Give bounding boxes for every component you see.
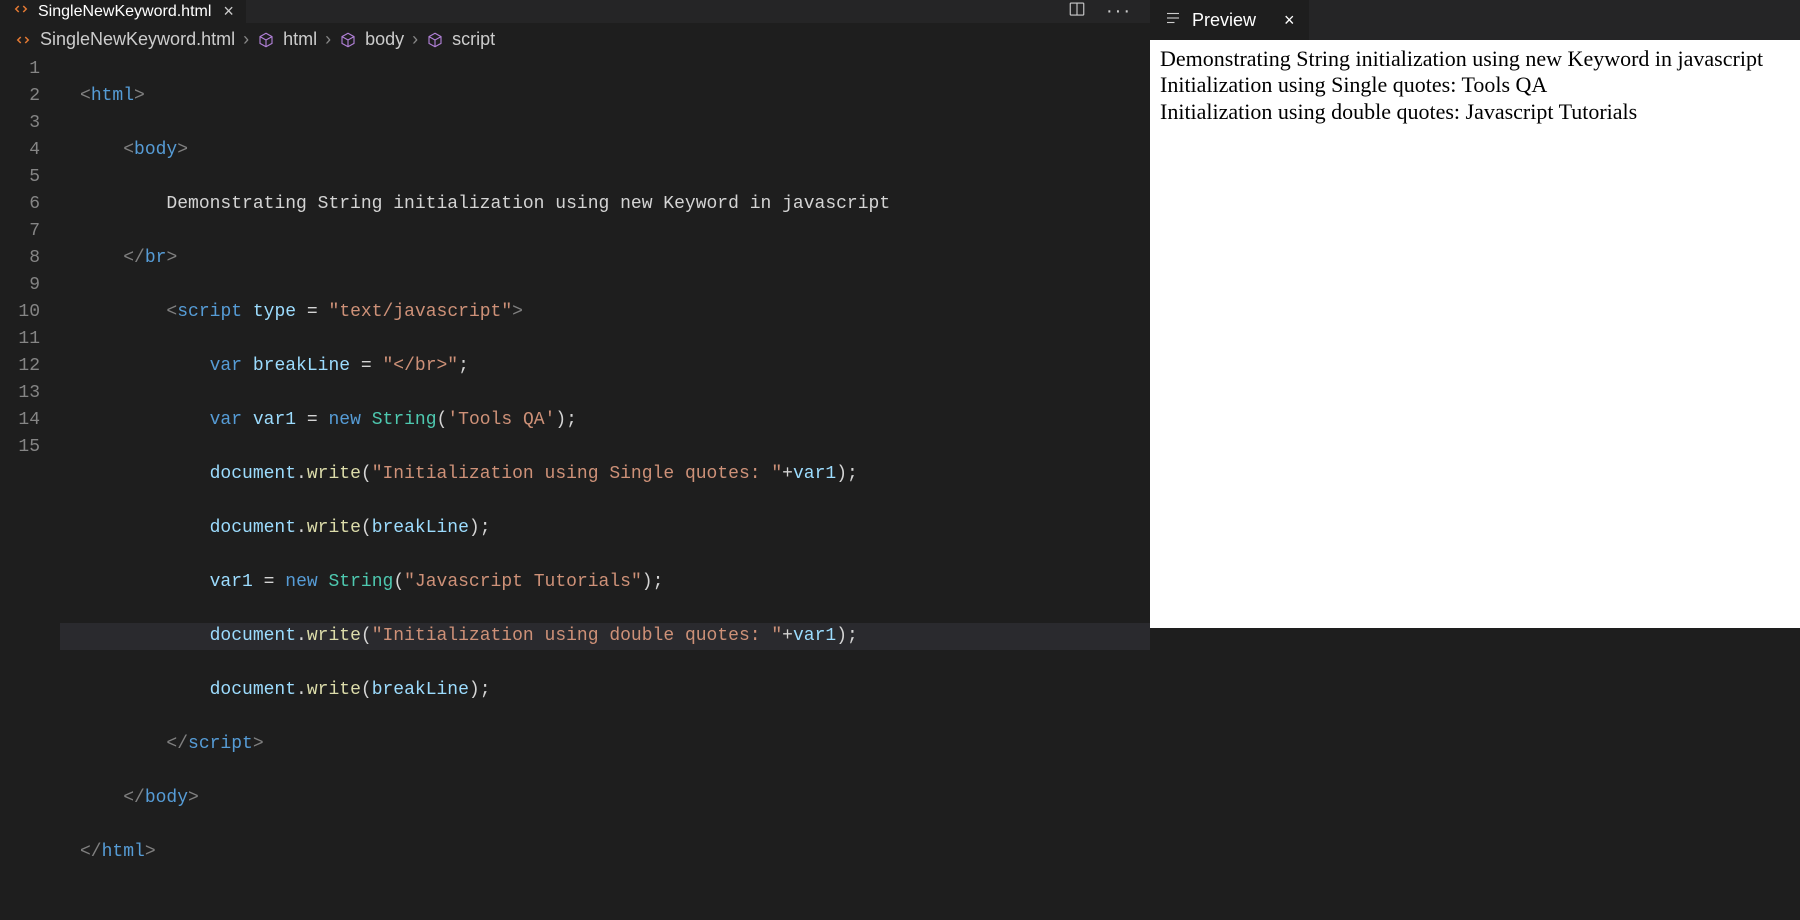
cube-icon bbox=[257, 29, 275, 50]
breadcrumb-script: script bbox=[452, 29, 495, 50]
html-file-icon bbox=[14, 29, 32, 50]
code-area[interactable]: 123 456 789 101112 131415 <html> <body> … bbox=[0, 56, 1150, 920]
preview-icon bbox=[1164, 9, 1182, 32]
breadcrumb[interactable]: SingleNewKeyword.html › html › body › sc… bbox=[0, 23, 1150, 56]
code-content[interactable]: <html> <body> Demonstrating String initi… bbox=[60, 56, 1150, 920]
cube-icon bbox=[339, 29, 357, 50]
breadcrumb-html: html bbox=[283, 29, 317, 50]
preview-tab-title: Preview bbox=[1192, 10, 1256, 31]
editor-pane: SingleNewKeyword.html × ··· SingleNewKey… bbox=[0, 0, 1150, 628]
breadcrumb-file: SingleNewKeyword.html bbox=[40, 29, 235, 50]
chevron-right-icon: › bbox=[243, 29, 249, 50]
html-file-icon bbox=[12, 0, 30, 23]
tab-actions: ··· bbox=[1068, 0, 1150, 23]
preview-tab-bar: Preview × bbox=[1150, 0, 1800, 40]
preview-tab[interactable]: Preview × bbox=[1150, 0, 1309, 40]
more-actions-icon[interactable]: ··· bbox=[1106, 0, 1132, 23]
close-icon[interactable]: × bbox=[223, 1, 234, 22]
cube-icon bbox=[426, 29, 444, 50]
preview-line: Demonstrating String initialization usin… bbox=[1160, 46, 1790, 72]
split-editor-icon[interactable] bbox=[1068, 0, 1086, 23]
line-gutter: 123 456 789 101112 131415 bbox=[0, 56, 60, 920]
chevron-right-icon: › bbox=[325, 29, 331, 50]
preview-pane: Preview × Demonstrating String initializ… bbox=[1150, 0, 1800, 628]
preview-line: Initialization using Single quotes: Tool… bbox=[1160, 72, 1790, 98]
breadcrumb-body: body bbox=[365, 29, 404, 50]
preview-content: Demonstrating String initialization usin… bbox=[1150, 40, 1800, 628]
tab-filename: SingleNewKeyword.html bbox=[38, 3, 211, 21]
chevron-right-icon: › bbox=[412, 29, 418, 50]
editor-tab[interactable]: SingleNewKeyword.html × bbox=[0, 0, 246, 23]
tab-bar: SingleNewKeyword.html × ··· bbox=[0, 0, 1150, 23]
preview-line: Initialization using double quotes: Java… bbox=[1160, 99, 1790, 125]
close-icon[interactable]: × bbox=[1284, 10, 1295, 31]
